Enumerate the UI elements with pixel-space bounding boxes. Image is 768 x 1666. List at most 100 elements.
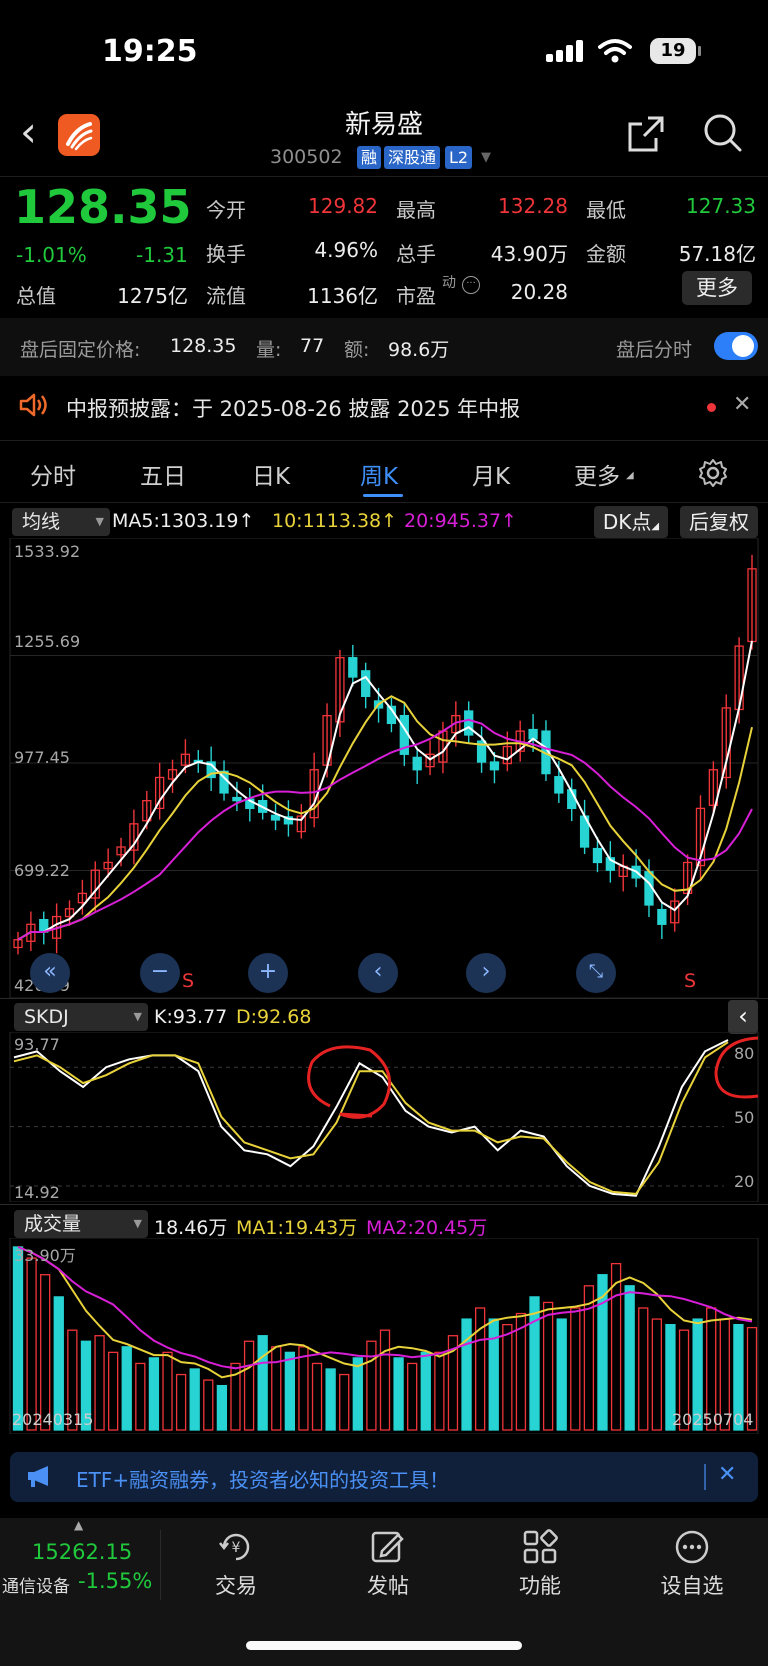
candle-body [489,761,500,771]
nav-trade[interactable]: 交易 [196,1570,276,1600]
home-indicator[interactable] [246,1641,522,1650]
notice-text[interactable]: 中报预披露：于 2025-08-26 披露 2025 年中报 [66,393,520,423]
settings-gear-icon[interactable] [698,458,728,488]
volume-bar [189,1368,200,1431]
more-button[interactable]: 更多 [682,271,752,305]
ma20-line [17,718,753,941]
volume-bar [529,1296,540,1431]
after-hours-amount-label: 额: [344,339,370,361]
skdj-axis-right: 20 [734,1172,755,1191]
volume-indicator-label: 成交量 [24,1213,82,1235]
dk-point-button[interactable]: DK点◢ [594,506,668,538]
caret-icon: ◢ [626,470,634,481]
candlestick-chart[interactable] [0,538,768,998]
skdj-k-value: K:93.77 [154,1006,228,1028]
tab-weekly-k[interactable]: 周K [360,457,398,491]
trade-icon[interactable]: ¥ [216,1527,256,1567]
expand-icon[interactable]: ⤡ [576,953,616,993]
skdj-axis-bottom: 14.92 [14,1183,60,1202]
connect-tag: 深股通 [384,146,441,169]
after-hours-toggle-label: 盘后分时 [616,339,693,361]
adjust-button[interactable]: 后复权 [680,506,758,538]
collapse-panel-icon[interactable]: ‹ [728,1000,758,1034]
volume-bar [461,1318,472,1431]
grid-icon[interactable] [520,1527,560,1567]
volume-bar [40,1274,51,1431]
volume-bar [325,1368,336,1431]
skdj-axis-right: 80 [734,1044,755,1063]
skdj-k-line [13,1039,729,1197]
tab-five-day[interactable]: 五日 [140,457,186,491]
toggle-knob[interactable] [732,335,754,357]
collapse-handle-icon[interactable]: ▲ [74,1518,83,1532]
skdj-dropdown[interactable]: SKDJ ▼ [14,1003,148,1031]
volume-value: 18.46万 [154,1217,228,1239]
sector-index-value[interactable]: 15262.15 [32,1540,132,1564]
volume-bar [257,1335,268,1431]
volume-chart[interactable] [0,1238,768,1434]
close-icon[interactable]: ✕ [718,1462,736,1487]
current-price: 128.35 [14,180,192,234]
volume-bar [216,1384,228,1431]
skdj-chart[interactable] [0,1032,768,1202]
sector-name[interactable]: 通信设备 [2,1572,70,1597]
svg-text:¥: ¥ [232,1540,241,1556]
more-dots-icon[interactable] [672,1527,712,1567]
end-date: 20250704 [672,1410,754,1429]
indicator-label: 均线 [22,511,61,533]
tab-intraday[interactable]: 分时 [30,457,76,491]
nav-post[interactable]: 发帖 [348,1570,428,1600]
share-icon[interactable] [626,114,666,154]
volume-dropdown[interactable]: 成交量 ▼ [14,1210,148,1238]
volume-bar [610,1262,622,1431]
volume-bar [243,1340,255,1431]
main-axis-label: 977.45 [14,748,70,767]
turnover-value: 4.96% [314,238,378,262]
chevron-down-icon[interactable]: ▼ [481,150,491,165]
tab-monthly-k[interactable]: 月K [472,457,510,491]
main-axis-label: 699.22 [14,861,70,880]
zoom-out-icon[interactable]: − [140,953,180,993]
chevron-right-icon[interactable]: › [466,953,506,993]
volume-bar [556,1318,567,1431]
candle-body [464,710,474,736]
volume-bar [570,1307,581,1431]
close-icon[interactable]: ✕ [733,392,751,417]
tab-daily-k[interactable]: 日K [252,457,290,491]
ma10-line [17,695,753,941]
volume-bar [366,1340,377,1431]
indicator-dropdown[interactable]: 均线 ▼ [12,508,110,536]
volume-bar [624,1285,635,1431]
nav-function[interactable]: 功能 [500,1570,580,1600]
zoom-in-icon[interactable]: + [248,953,288,993]
candle-body [270,814,281,821]
battery-icon: 19 [650,38,696,64]
volume-bar [121,1346,132,1431]
search-icon[interactable] [702,112,744,154]
volume-ma1: MA1:19.43万 [236,1217,358,1239]
after-hours-volume: 77 [300,335,325,357]
volume-value: 43.90万 [490,242,568,266]
volume-bar [352,1357,363,1431]
sector-change[interactable]: -1.55% [78,1569,152,1593]
banner-text[interactable]: ETF+融资融券，投资者必知的投资工具！ [76,1464,449,1493]
sell-signal: S [684,970,697,992]
candle-body [554,776,564,794]
after-hours-label: 盘后固定价格: [20,339,141,361]
tab-more[interactable]: 更多 [574,457,620,491]
volume-bar [107,1351,119,1431]
volume-bar [420,1351,431,1431]
open-label: 今开 [206,198,246,222]
active-tab-indicator [363,494,403,497]
chevron-left-icon[interactable]: ‹ [358,953,398,993]
post-icon[interactable] [368,1527,408,1567]
main-axis-label: 1255.69 [14,632,81,651]
volume-label: 总手 [396,242,436,266]
candle-body [348,657,358,678]
volume-bar [284,1351,296,1431]
start-date: 20240315 [12,1410,94,1429]
candle-body [657,908,667,925]
candle-body [412,756,422,771]
nav-add-watchlist[interactable]: 设自选 [652,1570,732,1600]
rewind-icon[interactable]: « [30,953,70,993]
